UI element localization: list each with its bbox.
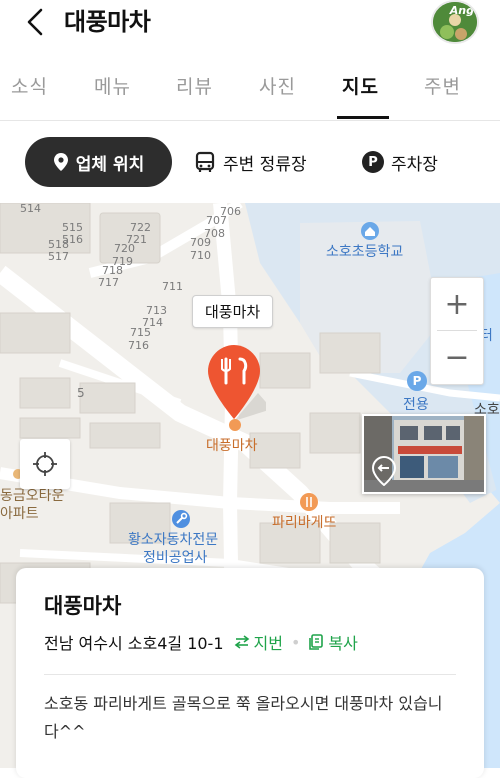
chevron-left-icon <box>27 8 43 36</box>
tab-menu[interactable]: 메뉴 <box>94 72 131 99</box>
business-location-chip[interactable]: 업체 위치 <box>25 137 172 187</box>
lot-number: 711 <box>162 280 183 293</box>
copy-icon <box>309 634 324 650</box>
tab-nearby[interactable]: 주변 <box>424 72 461 99</box>
swap-arrows-icon <box>234 635 249 649</box>
place-marker[interactable] <box>206 343 272 423</box>
repair-shop-label: 정비공업사 <box>143 550 208 566</box>
bus-icon <box>194 151 216 173</box>
parking-chip[interactable]: P 주차장 <box>362 137 438 187</box>
business-location-label: 업체 위치 <box>75 154 145 175</box>
parking-poi-label: 전용 <box>403 397 429 413</box>
directions-description: 소호동 파리바게트 골목으로 쭉 올라오시면 대풍마차 있습니다^^ <box>44 694 443 741</box>
tab-reviews[interactable]: 리뷰 <box>176 72 213 99</box>
restaurant-marker-icon <box>208 345 272 421</box>
lot-number: 718 <box>102 264 123 277</box>
place-info-card: 대풍마차 전남 여수시 소호4길 10-1 지번 • 복사 소호동 파리바게트 … <box>16 568 484 778</box>
zoom-out-button[interactable]: − <box>431 331 483 383</box>
card-divider <box>44 674 456 675</box>
top-bar: 대풍마차 Ang <box>0 0 500 50</box>
lot-number: 722 <box>130 221 151 234</box>
lot-number: 5 <box>77 386 85 400</box>
jibun-label: 지번 <box>253 634 283 653</box>
copy-address-button[interactable]: 복사 <box>308 630 358 654</box>
active-tab-indicator <box>337 116 389 119</box>
avatar[interactable]: Ang <box>431 0 479 44</box>
place-name: 대풍마차 <box>44 594 122 618</box>
lot-number: 707 <box>206 214 227 227</box>
lot-number: 514 <box>20 203 41 215</box>
separator-dot: • <box>290 632 301 652</box>
lot-number: 710 <box>190 249 211 262</box>
nearby-bus-stop-label: 주변 정류장 <box>223 154 307 175</box>
repair-shop-label[interactable]: 황소자동차전문 <box>128 529 218 549</box>
place-marker-label: 대풍마차 <box>206 438 258 454</box>
zoom-controls: + − <box>430 277 484 385</box>
lot-number: 715 <box>130 326 151 339</box>
lot-number: 518 <box>48 238 69 251</box>
copy-label: 복사 <box>328 634 358 653</box>
bakery-label[interactable]: 파리바게뜨 <box>272 512 336 532</box>
tab-bar: 소식 메뉴 리뷰 사진 지도 주변 <box>0 62 500 121</box>
parking-label: 주차장 <box>391 154 438 175</box>
tab-photos[interactable]: 사진 <box>259 72 296 99</box>
address-text: 전남 여수시 소호4길 10-1 <box>44 634 224 653</box>
lot-number: 717 <box>98 276 119 289</box>
page-title: 대풍마차 <box>64 8 151 36</box>
current-location-button[interactable] <box>20 439 70 489</box>
apartment-label: 아파트 <box>0 506 39 522</box>
lot-number: 515 <box>62 221 83 234</box>
lot-number: 709 <box>190 236 211 249</box>
street-view-thumbnail[interactable] <box>362 414 486 494</box>
address-row: 전남 여수시 소호4길 10-1 지번 • 복사 <box>44 630 358 654</box>
map-filter-bar: 업체 위치 주변 정류장 P 주차장 <box>0 121 500 203</box>
avatar-label: Ang <box>449 4 474 17</box>
place-tooltip: 대풍마차 <box>192 295 274 328</box>
street-view-pin-icon <box>371 455 397 490</box>
back-button[interactable] <box>18 4 52 40</box>
tab-news[interactable]: 소식 <box>11 72 48 99</box>
lot-number: 713 <box>146 304 167 317</box>
place-marker-dot-icon <box>228 417 242 436</box>
crosshair-icon <box>33 452 57 476</box>
zoom-in-button[interactable]: + <box>431 278 483 330</box>
lot-number: 720 <box>114 242 135 255</box>
nearby-bus-stop-chip[interactable]: 주변 정류장 <box>194 137 307 187</box>
tab-map[interactable]: 지도 <box>342 72 379 99</box>
parking-icon: P <box>362 151 384 173</box>
lot-number: 716 <box>128 339 149 352</box>
jibun-toggle-button[interactable]: 지번 <box>234 630 283 654</box>
parking-poi-icon[interactable]: P <box>407 371 427 391</box>
lot-number: 517 <box>48 250 69 263</box>
map-pin-icon <box>53 152 69 172</box>
school-label[interactable]: 소호초등학교 <box>326 241 403 261</box>
